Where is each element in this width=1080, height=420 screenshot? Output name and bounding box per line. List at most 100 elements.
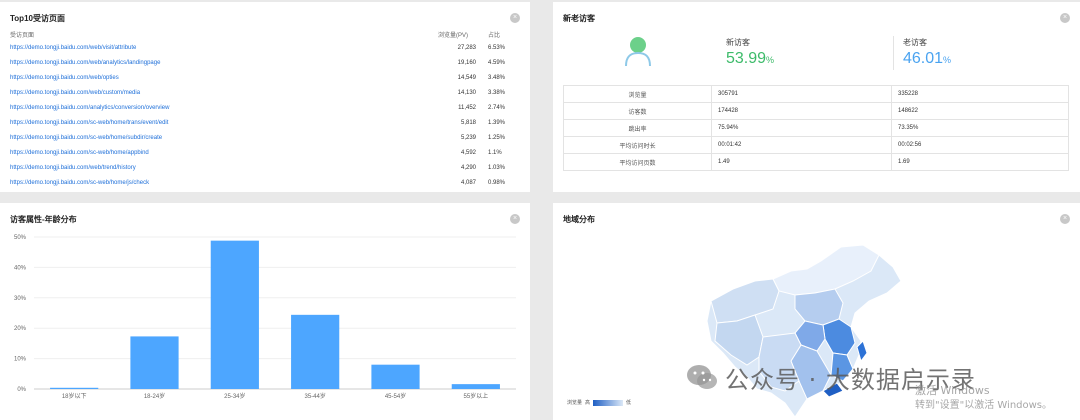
percent-sign: %: [943, 55, 952, 65]
old-visitor-value: 00:02:56: [891, 136, 1069, 154]
page-pv-value: 14,549: [457, 75, 476, 81]
page-pv-value: 5,239: [460, 135, 476, 141]
page-url-link[interactable]: https://demo.tongji.baidu.com/analytics/…: [10, 105, 169, 111]
table-row: https://demo.tongji.baidu.com/web/analyt…: [10, 57, 526, 72]
page-url-link[interactable]: https://demo.tongji.baidu.com/sc-web/hom…: [10, 150, 149, 156]
table-row: https://demo.tongji.baidu.com/sc-web/hom…: [10, 132, 526, 147]
page-pv-value: 5,818: [460, 120, 476, 126]
x-tick-label: 55岁以上: [463, 392, 488, 400]
table-row: https://demo.tongji.baidu.com/web/trend/…: [10, 162, 526, 177]
close-icon[interactable]: ×: [510, 13, 520, 23]
page-url-link[interactable]: https://demo.tongji.baidu.com/web/analyt…: [10, 60, 160, 66]
page-pv-value: 4,087: [460, 180, 476, 186]
close-icon[interactable]: ×: [1060, 214, 1070, 224]
close-icon[interactable]: ×: [510, 214, 520, 224]
y-tick-label: 50%: [14, 235, 27, 241]
percent-sign: %: [766, 55, 775, 65]
close-icon[interactable]: ×: [1060, 13, 1070, 23]
activation-line-1: 激活 Windows: [915, 384, 990, 397]
new-visitor-percent: 53.99%: [726, 50, 774, 68]
y-tick-label: 20%: [14, 326, 27, 332]
legend-label: 浏览量: [567, 400, 583, 406]
new-visitor-value: 1.49: [711, 153, 892, 171]
table-row: https://demo.tongji.baidu.com/web/visit/…: [10, 42, 526, 57]
table-row: 浏览量 305791 335228: [563, 85, 1069, 103]
table-row: 访客数 174428 148622: [563, 102, 1069, 120]
activation-line-2: 转到"设置"以激活 Windows。: [915, 400, 1053, 411]
metric-label: 平均访问页数: [563, 153, 712, 171]
table-row: https://demo.tongji.baidu.com/sc-web/hom…: [10, 177, 526, 192]
metric-label: 访客数: [563, 102, 712, 120]
table-row: https://demo.tongji.baidu.com/sc-web/hom…: [10, 117, 526, 132]
top-pages-title: Top10受访页面: [10, 14, 65, 23]
table-row: https://demo.tongji.baidu.com/analytics/…: [10, 102, 526, 117]
old-visitor-value: 73.35%: [891, 119, 1069, 137]
visitors-panel: 新老访客 × 新访客 53.99% 老访客 46.01% 浏览量 305791 33…: [553, 2, 1080, 192]
legend-high: 高: [585, 400, 591, 406]
windows-activation-watermark: 激活 Windows 转到"设置"以激活 Windows。: [915, 383, 1052, 413]
col-ratio-header: 占比: [488, 33, 501, 39]
page-ratio-value: 2.74%: [488, 105, 506, 111]
page-url-link[interactable]: https://demo.tongji.baidu.com/web/opties: [10, 75, 119, 81]
y-tick-label: 40%: [14, 265, 27, 271]
old-visitor-value: 148622: [891, 102, 1069, 120]
new-visitor-value: 174428: [711, 102, 892, 120]
page-url-link[interactable]: https://demo.tongji.baidu.com/web/trend/…: [10, 165, 136, 171]
page-ratio-value: 3.48%: [488, 75, 506, 81]
legend-gradient: [593, 399, 624, 406]
old-visitor-percent-value: 46.01: [903, 50, 944, 67]
top-pages-header: 受访页面 浏览量(PV) 占比: [10, 30, 526, 40]
age-bar[interactable]: [210, 240, 259, 389]
col-page-header: 受访页面: [10, 33, 35, 39]
age-bar[interactable]: [291, 314, 340, 389]
map-legend: 浏览量 高 低: [567, 399, 631, 406]
new-visitor-value: 00:01:42: [711, 136, 892, 154]
new-visitor-label: 新访客: [726, 38, 750, 47]
page-ratio-value: 1.39%: [488, 120, 506, 126]
page-pv-value: 4,592: [460, 150, 476, 156]
page-ratio-value: 3.38%: [488, 90, 506, 96]
new-visitor-percent-value: 53.99: [726, 50, 767, 67]
y-tick-label: 0%: [17, 387, 26, 393]
col-pv-header[interactable]: 浏览量(PV): [438, 30, 468, 39]
age-bar[interactable]: [130, 336, 179, 389]
new-visitor-value: 75.94%: [711, 119, 892, 137]
table-row: 平均访问时长 00:01:42 00:02:56: [563, 136, 1069, 154]
wechat-icon: [687, 364, 717, 389]
page-pv-value: 14,130: [457, 90, 476, 96]
table-row: https://demo.tongji.baidu.com/web/opties…: [10, 72, 526, 87]
x-tick-label: 18岁以下: [62, 392, 87, 400]
age-bar[interactable]: [371, 364, 420, 389]
visitor-divider: [893, 36, 894, 70]
x-tick-label: 35-44岁: [304, 392, 325, 400]
page-ratio-value: 0.98%: [488, 180, 506, 186]
page-url-link[interactable]: https://demo.tongji.baidu.com/sc-web/hom…: [10, 180, 149, 186]
page-ratio-value: 1.03%: [488, 165, 506, 171]
old-visitor-value: 1.69: [891, 153, 1069, 171]
top-pages-panel: Top10受访页面 × 受访页面 浏览量(PV) 占比 https://demo…: [0, 2, 530, 192]
table-row: 跳出率 75.94% 73.35%: [563, 119, 1069, 137]
age-bar[interactable]: [50, 387, 99, 389]
y-tick-label: 30%: [14, 296, 27, 302]
age-panel: 访客属性-年龄分布 × 0% 10% 20% 30% 40% 50% 18岁以下 18-24岁…: [0, 203, 530, 420]
table-row: https://demo.tongji.baidu.com/sc-web/hom…: [10, 147, 526, 162]
page-pv-value: 19,160: [457, 60, 476, 66]
visitors-title: 新老访客: [563, 14, 595, 23]
x-tick-label: 18-24岁: [144, 392, 165, 400]
table-row: https://demo.tongji.baidu.com/web/custom…: [10, 87, 526, 102]
x-tick-label: 25-34岁: [224, 392, 245, 400]
metric-label: 浏览量: [563, 85, 712, 103]
old-visitor-percent: 46.01%: [903, 50, 951, 68]
page-url-link[interactable]: https://demo.tongji.baidu.com/web/visit/…: [10, 45, 136, 51]
metric-label: 平均访问时长: [563, 136, 712, 154]
page-url-link[interactable]: https://demo.tongji.baidu.com/sc-web/hom…: [10, 135, 162, 141]
page-pv-value: 27,283: [457, 45, 476, 51]
metric-label: 跳出率: [563, 119, 712, 137]
page-url-link[interactable]: https://demo.tongji.baidu.com/web/custom…: [10, 90, 140, 96]
page-ratio-value: 1.1%: [488, 150, 502, 156]
old-visitor-value: 335228: [891, 85, 1069, 103]
page-ratio-value: 1.25%: [488, 135, 506, 141]
page-pv-value: 11,452: [458, 105, 476, 111]
age-bar[interactable]: [451, 384, 500, 389]
page-url-link[interactable]: https://demo.tongji.baidu.com/sc-web/hom…: [10, 120, 168, 126]
